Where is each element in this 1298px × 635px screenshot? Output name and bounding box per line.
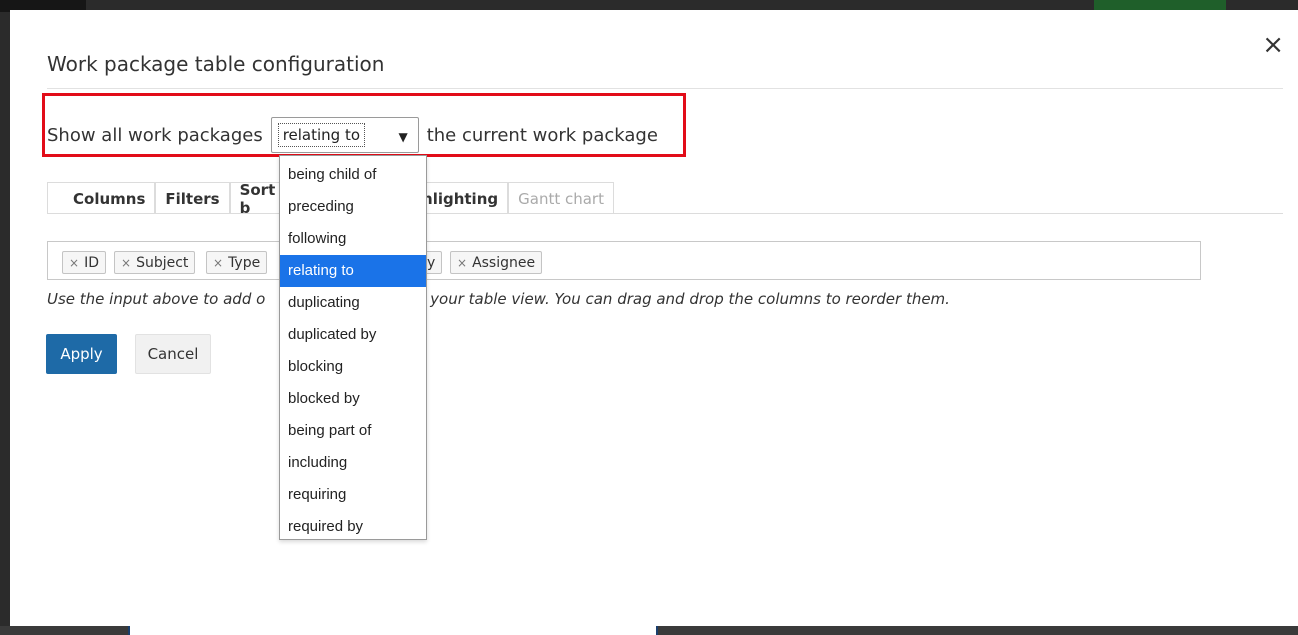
tab-filters[interactable]: Filters (155, 182, 230, 214)
relation-option[interactable]: following (280, 223, 426, 255)
relation-option[interactable]: blocking (280, 351, 426, 383)
relation-option[interactable]: being child of (280, 159, 426, 191)
backdrop-green-button (1094, 0, 1226, 10)
column-chip-label: y (427, 254, 436, 271)
backdrop-bottom-strip (0, 626, 1298, 635)
column-chip-type[interactable]: × Type (206, 251, 268, 274)
column-chip-id[interactable]: × ID (62, 251, 106, 274)
column-chip-label: Type (228, 254, 261, 271)
column-chip-subject[interactable]: × Subject (114, 251, 196, 274)
remove-icon[interactable]: × (213, 256, 223, 270)
column-chip-assignee[interactable]: × Assignee (450, 251, 543, 274)
backdrop-text-strip (128, 626, 658, 635)
remove-icon[interactable]: × (69, 256, 79, 270)
column-chip-label: Subject (136, 254, 189, 271)
help-text-end: to your table view. You can drag and dro… (410, 290, 950, 308)
apply-button[interactable]: Apply (46, 334, 117, 374)
relation-option[interactable]: being part of (280, 415, 426, 447)
relation-dropdown-list: being child of preceding following relat… (279, 155, 427, 540)
chevron-down-icon: ▼ (398, 130, 408, 144)
columns-help-text: Use the input above to add o to your tabl… (47, 290, 950, 308)
relation-option[interactable]: duplicated by (280, 319, 426, 351)
relation-option[interactable]: blocked by (280, 383, 426, 415)
cancel-button[interactable]: Cancel (135, 334, 211, 374)
relation-select-value: relating to (277, 123, 366, 147)
column-chip-label: Assignee (472, 254, 536, 271)
relation-option[interactable]: including (280, 447, 426, 479)
tab-columns[interactable]: Columns (47, 182, 156, 214)
table-config-modal: × Work package table configuration Show … (10, 10, 1298, 626)
relation-option[interactable]: duplicating (280, 287, 426, 319)
modal-title: Work package table configuration (47, 52, 385, 76)
relation-option[interactable]: preceding (280, 191, 426, 223)
relation-suffix-label: the current work package (426, 124, 658, 146)
tabs-divider (47, 213, 1283, 214)
columns-selector[interactable]: × ID × Subject × Type y × Assignee (47, 241, 1201, 280)
remove-icon[interactable]: × (121, 256, 131, 270)
relation-select[interactable]: relating to ▼ (270, 117, 419, 153)
relation-option-selected[interactable]: relating to (280, 255, 426, 287)
tab-sort-by[interactable]: Sort b (229, 181, 286, 217)
help-text-start: Use the input above to add o (47, 290, 266, 308)
title-divider (47, 88, 1283, 89)
column-chip-label: ID (84, 254, 99, 271)
relation-option[interactable]: requiring (280, 479, 426, 511)
relation-prefix-label: Show all work packages (47, 124, 263, 146)
close-icon[interactable]: × (1262, 32, 1284, 58)
tab-gantt-chart[interactable]: Gantt chart (508, 182, 614, 214)
remove-icon[interactable]: × (457, 256, 467, 270)
relation-filter-row: Show all work packages relating to ▼ the… (47, 117, 658, 153)
relation-option[interactable]: required by (280, 511, 426, 543)
